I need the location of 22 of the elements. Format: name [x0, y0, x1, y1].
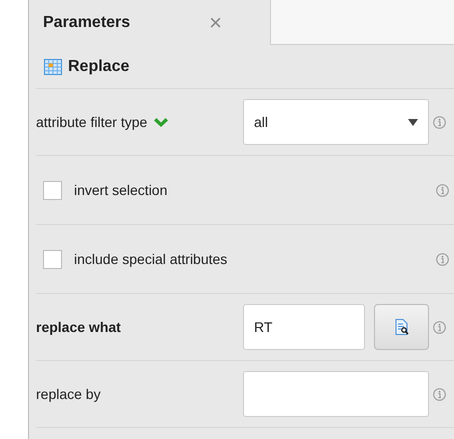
info-icon[interactable]	[433, 388, 446, 400]
checkbox[interactable]	[43, 180, 62, 200]
parameter-label: replace what	[36, 319, 121, 335]
info-icon[interactable]	[433, 320, 446, 334]
table-icon	[44, 58, 62, 74]
info-icon[interactable]	[436, 252, 449, 266]
parameter-label: include special attributes	[74, 251, 228, 267]
dropdown[interactable]: all	[243, 99, 429, 145]
parameter-label: replace by	[36, 386, 101, 402]
text-field[interactable]	[243, 371, 429, 417]
parameter-label: invert selection	[74, 182, 168, 198]
text-field[interactable]: RT	[243, 304, 365, 350]
checkbox[interactable]	[43, 250, 62, 268]
document-search-icon	[394, 319, 408, 335]
parameters-tab[interactable]: Parameters ×	[29, 0, 271, 45]
operator-title: Replace	[68, 58, 130, 76]
parameter-label: attribute filter type	[36, 114, 148, 130]
browse-button[interactable]	[374, 304, 429, 350]
info-icon[interactable]	[436, 184, 449, 196]
caret-icon	[408, 118, 418, 126]
tab-label: Parameters	[43, 14, 132, 32]
info-icon[interactable]	[433, 116, 446, 128]
